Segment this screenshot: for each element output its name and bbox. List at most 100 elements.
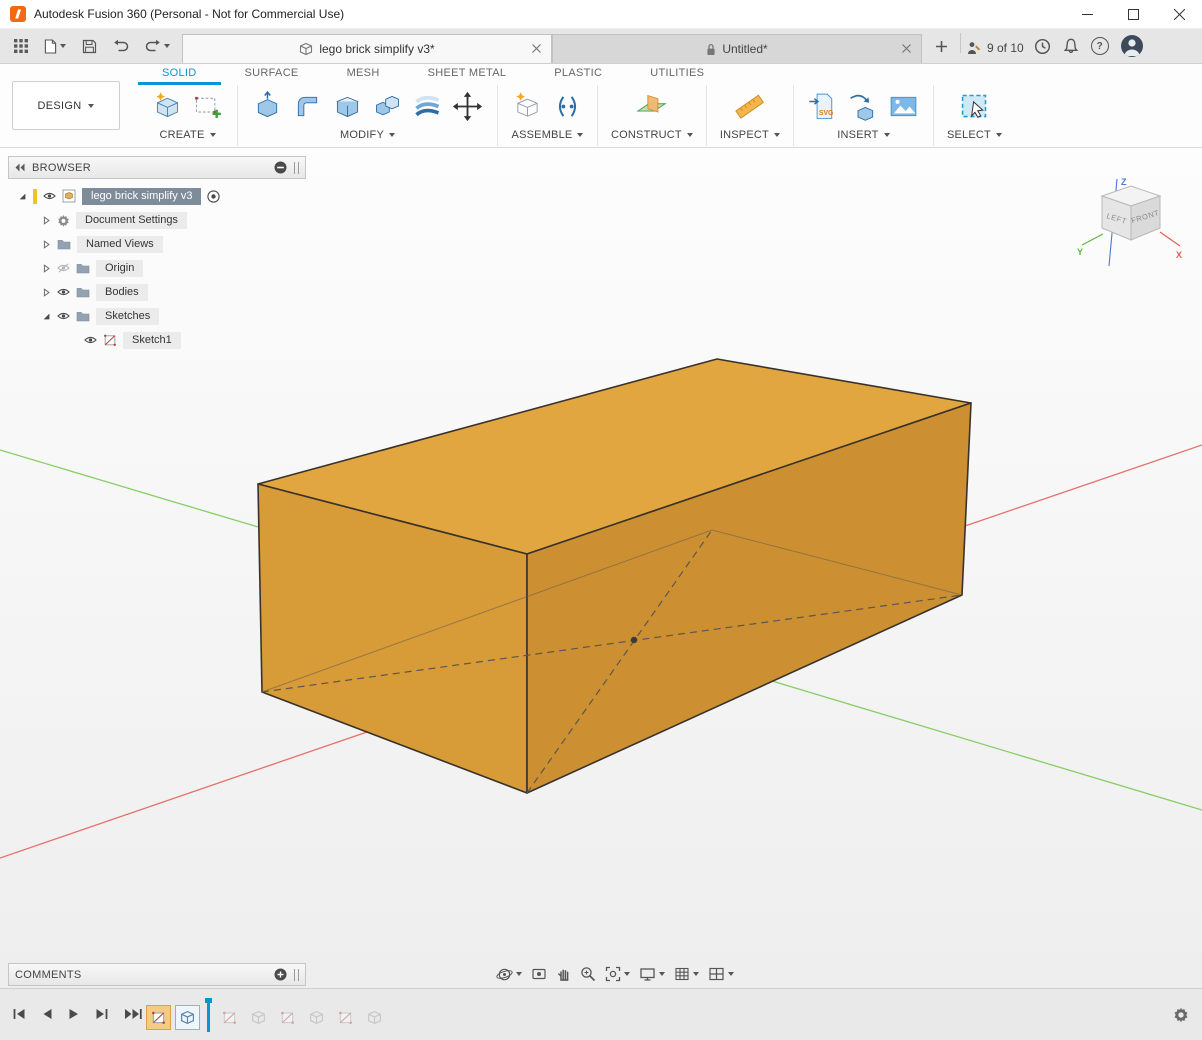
- history-clock-icon[interactable]: [1034, 38, 1051, 55]
- skip-to-start-button[interactable]: [10, 1006, 28, 1022]
- play-button[interactable]: [66, 1006, 82, 1022]
- collapse-panel-icon[interactable]: [15, 163, 25, 172]
- fillet-icon[interactable]: [291, 90, 324, 123]
- grid-snap-button[interactable]: [674, 966, 699, 982]
- help-icon[interactable]: ?: [1091, 37, 1109, 55]
- brick-body[interactable]: [258, 359, 971, 793]
- notifications-bell-icon[interactable]: [1063, 38, 1079, 54]
- document-tab-inactive[interactable]: Untitled*: [552, 34, 922, 63]
- step-back-button[interactable]: [39, 1006, 55, 1022]
- tree-item-bodies[interactable]: Bodies: [8, 280, 306, 304]
- group-construct-button[interactable]: CONSTRUCT: [611, 129, 693, 141]
- close-tab-icon[interactable]: [530, 42, 543, 55]
- combine-icon[interactable]: [371, 90, 404, 123]
- tree-item-document-settings[interactable]: Document Settings: [8, 208, 306, 232]
- group-modify-button[interactable]: MODIFY: [340, 129, 395, 141]
- viewports-button[interactable]: [708, 966, 734, 982]
- expander-icon[interactable]: [42, 240, 51, 249]
- visibility-eye-off-icon[interactable]: [57, 263, 70, 273]
- save-button[interactable]: [76, 35, 103, 58]
- panel-display-icon[interactable]: [274, 161, 287, 174]
- insert-svg-icon[interactable]: SVG: [807, 90, 840, 123]
- insert-image-icon[interactable]: [887, 90, 920, 123]
- fit-button[interactable]: [605, 966, 630, 982]
- expander-icon[interactable]: [42, 312, 51, 321]
- undo-button[interactable]: [107, 35, 135, 57]
- pan-button[interactable]: [556, 966, 571, 982]
- timeline-position-marker[interactable]: [207, 1002, 210, 1032]
- group-select-button[interactable]: SELECT: [947, 129, 1002, 141]
- document-tab-active[interactable]: lego brick simplify v3*: [182, 34, 552, 63]
- close-tab-icon[interactable]: [900, 42, 913, 55]
- workspace-selector[interactable]: DESIGN: [12, 81, 120, 130]
- skip-to-end-button[interactable]: [122, 1006, 145, 1022]
- create-sketch-icon[interactable]: [191, 90, 224, 123]
- comments-header[interactable]: COMMENTS: [8, 963, 306, 986]
- new-component-icon[interactable]: [511, 90, 544, 123]
- zoom-button[interactable]: [580, 966, 596, 982]
- app-grid-icon[interactable]: [8, 35, 34, 57]
- add-comment-icon[interactable]: [274, 968, 287, 981]
- close-button[interactable]: [1156, 0, 1202, 28]
- active-component-radio-icon[interactable]: [207, 190, 220, 203]
- display-settings-button[interactable]: [639, 966, 665, 982]
- orbit-button[interactable]: [496, 966, 522, 983]
- measure-icon[interactable]: [733, 90, 766, 123]
- tree-item-label[interactable]: lego brick simplify v3: [82, 188, 201, 205]
- group-assemble-button[interactable]: ASSEMBLE: [512, 129, 584, 141]
- timeline-feature-sketch[interactable]: [146, 1005, 171, 1030]
- tree-item-origin[interactable]: Origin: [8, 256, 306, 280]
- timeline-feature-extrude[interactable]: [175, 1005, 200, 1030]
- maximize-button[interactable]: [1110, 0, 1156, 28]
- timeline-feature-suppressed[interactable]: [304, 1005, 329, 1030]
- look-at-button[interactable]: [531, 966, 547, 982]
- tab-utilities[interactable]: UTILITIES: [626, 67, 728, 85]
- browser-header[interactable]: BROWSER: [8, 156, 306, 179]
- tab-plastic[interactable]: PLASTIC: [530, 67, 626, 85]
- group-inspect-button[interactable]: INSPECT: [720, 129, 780, 141]
- sketch-center-point[interactable]: [631, 637, 637, 643]
- visibility-eye-icon[interactable]: [84, 335, 97, 345]
- offset-faces-icon[interactable]: [411, 90, 444, 123]
- timeline-settings-gear-icon[interactable]: [1172, 1006, 1190, 1024]
- select-icon[interactable]: [958, 90, 991, 123]
- joint-icon[interactable]: [551, 90, 584, 123]
- tree-item-label[interactable]: Sketches: [96, 308, 159, 325]
- visibility-eye-icon[interactable]: [57, 287, 70, 297]
- group-insert-button[interactable]: INSERT: [837, 129, 889, 141]
- shell-icon[interactable]: [331, 90, 364, 123]
- visibility-eye-icon[interactable]: [43, 191, 56, 201]
- tree-item-label[interactable]: Document Settings: [76, 212, 187, 229]
- insert-derive-icon[interactable]: [847, 90, 880, 123]
- tree-item-root[interactable]: lego brick simplify v3: [8, 184, 306, 208]
- step-forward-button[interactable]: [93, 1006, 111, 1022]
- timeline-feature-suppressed[interactable]: [217, 1005, 242, 1030]
- job-status[interactable]: 9 of 10: [967, 41, 1024, 55]
- view-cube[interactable]: Z Y X LEFT FRONT: [1076, 174, 1186, 270]
- minimize-button[interactable]: [1064, 0, 1110, 28]
- expander-icon[interactable]: [42, 288, 51, 297]
- timeline-feature-suppressed[interactable]: [333, 1005, 358, 1030]
- tree-item-label[interactable]: Sketch1: [123, 332, 181, 349]
- panel-drag-handle[interactable]: [294, 162, 299, 174]
- expander-icon[interactable]: [18, 192, 27, 201]
- tree-item-label[interactable]: Bodies: [96, 284, 148, 301]
- user-avatar[interactable]: [1121, 35, 1143, 57]
- tab-solid[interactable]: SOLID: [138, 67, 221, 85]
- tree-item-label[interactable]: Named Views: [77, 236, 163, 253]
- file-menu-button[interactable]: [38, 35, 72, 58]
- move-copy-icon[interactable]: [451, 90, 484, 123]
- tree-item-named-views[interactable]: Named Views: [8, 232, 306, 256]
- timeline-feature-suppressed[interactable]: [275, 1005, 300, 1030]
- timeline-feature-suppressed[interactable]: [246, 1005, 271, 1030]
- construction-plane-icon[interactable]: [635, 90, 668, 123]
- tab-mesh[interactable]: MESH: [323, 67, 404, 85]
- timeline-feature-suppressed[interactable]: [362, 1005, 387, 1030]
- new-tab-button[interactable]: [928, 33, 954, 59]
- redo-button[interactable]: [139, 35, 176, 57]
- group-create-button[interactable]: CREATE: [159, 129, 215, 141]
- panel-drag-handle[interactable]: [294, 969, 299, 981]
- expander-icon[interactable]: [42, 264, 51, 273]
- tree-item-sketch1[interactable]: Sketch1: [8, 328, 306, 352]
- viewcube-cube[interactable]: LEFT FRONT: [1102, 186, 1160, 240]
